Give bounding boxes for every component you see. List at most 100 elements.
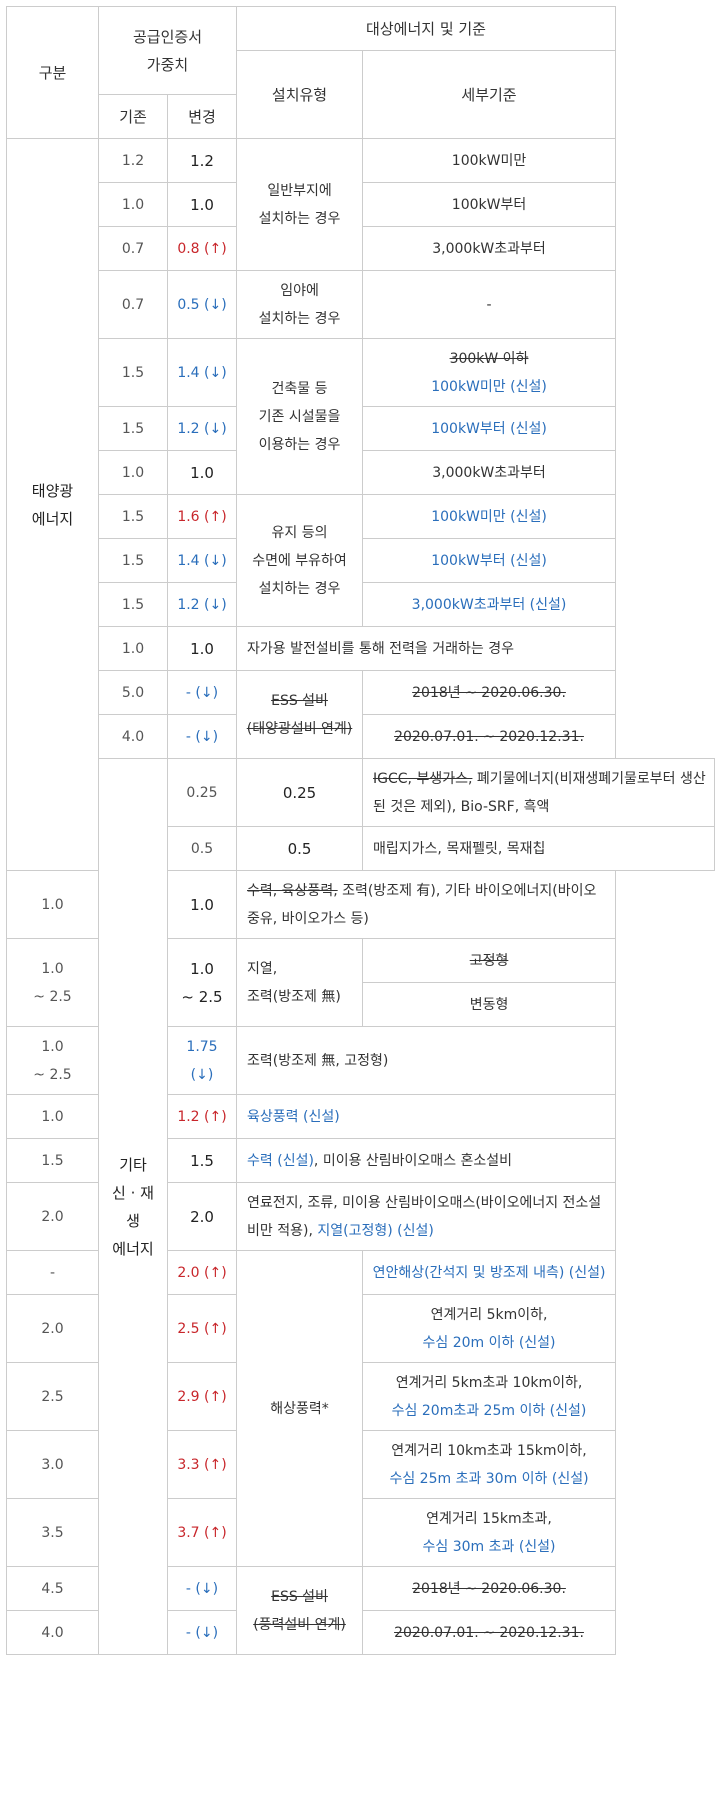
new-weight: 2.0 (↑)	[166, 1250, 238, 1295]
new-weight: 1.2 (↓)	[166, 406, 238, 451]
target-energy: 연료전지, 조류, 미이용 산림바이오매스(바이오에너지 전소설비만 적용), …	[236, 1182, 617, 1251]
old-weight: 0.25	[166, 758, 238, 827]
new-weight: 1.2 (↓)	[166, 582, 238, 627]
detail-criteria: 100kW미만 (신설)	[362, 494, 617, 539]
old-weight: 1.0 ~ 2.5	[6, 1026, 99, 1095]
header-install-type: 설치유형	[236, 50, 364, 139]
old-weight: 1.0	[98, 182, 168, 227]
new-weight: 2.9 (↑)	[166, 1362, 238, 1431]
new-weight: 1.5	[166, 1138, 238, 1183]
detail-criteria: 연계거리 15km초과, 수심 30m 초과 (신설)	[362, 1498, 617, 1567]
table-row: 5.0 - (↓) ESS 설비 (태양광설비 연계) 2018년 ~ 2020…	[7, 670, 715, 759]
new-weight: 0.8 (↑)	[166, 226, 238, 271]
header-detail: 세부기준	[362, 50, 617, 139]
install-type-ess: ESS 설비 (태양광설비 연계)	[236, 670, 364, 759]
old-weight: 1.5	[98, 494, 168, 539]
new-weight: 0.5 (↓)	[166, 270, 238, 339]
old-weight: 2.5	[6, 1362, 99, 1431]
detail-criteria: 2018년 ~ 2020.06.30.	[362, 670, 617, 715]
header-old: 기존	[98, 94, 168, 139]
new-weight: 1.2 (↑)	[166, 1094, 238, 1139]
old-weight: 2.0	[6, 1182, 99, 1251]
install-type-water: 유지 등의 수면에 부유하여 설치하는 경우	[236, 494, 364, 627]
target-energy: 조력(방조제 無, 고정형)	[236, 1026, 617, 1095]
install-type-self: 자가용 발전설비를 통해 전력을 거래하는 경우	[236, 626, 617, 671]
table-row: 기타 신 · 재생 에너지 0.25 0.25 IGCC, 부생가스, 폐기물에…	[7, 758, 715, 1655]
header-target: 대상에너지 및 기준	[236, 6, 617, 51]
category-solar: 태양광 에너지	[6, 138, 99, 871]
detail-criteria: 연안해상(간석지 및 방조제 내측) (신설)	[362, 1250, 617, 1295]
new-weight: 2.5 (↑)	[166, 1294, 238, 1363]
detail-criteria: 100kW미만	[362, 138, 617, 183]
header-category: 구분	[6, 6, 99, 139]
old-weight: 1.5	[98, 406, 168, 451]
new-weight: 0.25	[236, 758, 364, 827]
old-weight: 1.0	[98, 626, 168, 671]
new-weight: 0.5	[236, 826, 364, 871]
old-weight: 5.0	[98, 670, 168, 715]
old-weight: 2.0	[6, 1294, 99, 1363]
header-new: 변경	[166, 94, 238, 139]
new-weight: 1.0	[166, 626, 238, 671]
header-weight-line2: 가중치	[146, 55, 189, 74]
header-weight-line1: 공급인증서	[133, 27, 203, 46]
target-energy: 매립지가스, 목재펠릿, 목재칩	[362, 826, 715, 871]
header-weight: 공급인증서 가중치	[97, 6, 238, 95]
table-row: 0.7 0.5 (↓) 임야에 설치하는 경우 -	[7, 270, 715, 339]
old-weight: 1.2	[98, 138, 168, 183]
old-weight: 1.0	[6, 1094, 99, 1139]
old-weight: 0.7	[98, 270, 168, 339]
old-weight: 4.5	[6, 1566, 99, 1611]
old-weight: 0.7	[98, 226, 168, 271]
detail-criteria: 3,000kW초과부터	[362, 450, 617, 495]
target-energy: 수력, 육상풍력, 조력(방조제 有), 기타 바이오에너지(바이오중유, 바이…	[236, 870, 617, 939]
new-weight: 1.75 (↓)	[166, 1026, 238, 1095]
detail-criteria: 100kW부터 (신설)	[362, 406, 617, 451]
install-type-general: 일반부지에 설치하는 경우	[236, 138, 364, 271]
old-weight: 1.0	[98, 450, 168, 495]
install-type-forest: 임야에 설치하는 경우	[236, 270, 364, 339]
old-weight: 4.0	[98, 714, 168, 759]
install-type-geothermal: 지열, 조력(방조제 無)	[236, 938, 364, 1027]
old-weight: 3.0	[6, 1430, 99, 1499]
table-row: 태양광 에너지 1.2 1.2 일반부지에 설치하는 경우 100kW미만	[6, 138, 715, 871]
new-weight: 1.0	[166, 182, 238, 227]
target-energy: 육상풍력 (신설)	[236, 1094, 617, 1139]
install-type-ess-wind: ESS 설비 (풍력설비 연계)	[236, 1566, 364, 1655]
old-weight: 1.5	[98, 582, 168, 627]
new-weight: 1.0	[166, 450, 238, 495]
detail-criteria: 연계거리 5km이하, 수심 20m 이하 (신설)	[362, 1294, 617, 1363]
old-weight: 1.0 ~ 2.5	[6, 938, 99, 1027]
category-other: 기타 신 · 재생 에너지	[98, 758, 168, 1655]
new-weight: - (↓)	[166, 1610, 238, 1655]
new-weight: - (↓)	[166, 670, 238, 715]
new-weight: 1.0 ~ 2.5	[166, 938, 238, 1027]
new-weight: - (↓)	[166, 1566, 238, 1611]
old-weight: 1.5	[98, 338, 168, 407]
new-weight: 1.6 (↑)	[166, 494, 238, 539]
new-weight: - (↓)	[166, 714, 238, 759]
old-weight: 1.5	[6, 1138, 99, 1183]
table-row: 1.5 1.4 (↓) 건축물 등 기존 시설물을 이용하는 경우 300kW …	[7, 338, 715, 495]
detail-criteria: 2020.07.01. ~ 2020.12.31.	[362, 1610, 617, 1655]
detail-criteria: 고정형	[362, 938, 617, 983]
table-row: 1.0 1.0 자가용 발전설비를 통해 전력을 거래하는 경우	[7, 626, 715, 671]
new-weight: 1.0	[166, 870, 238, 939]
detail-criteria: 연계거리 10km초과 15km이하, 수심 25m 초과 30m 이하 (신설…	[362, 1430, 617, 1499]
detail-criteria: 100kW부터 (신설)	[362, 538, 617, 583]
table-row: 1.5 1.6 (↑) 유지 등의 수면에 부유하여 설치하는 경우 100kW…	[7, 494, 715, 627]
detail-criteria: 3,000kW초과부터 (신설)	[362, 582, 617, 627]
detail-criteria: 연계거리 5km초과 10km이하, 수심 20m초과 25m 이하 (신설)	[362, 1362, 617, 1431]
old-weight: 3.5	[6, 1498, 99, 1567]
new-weight: 1.2	[166, 138, 238, 183]
detail-criteria: 2018년 ~ 2020.06.30.	[362, 1566, 617, 1611]
detail-criteria: 변동형	[362, 982, 617, 1027]
detail-criteria: -	[362, 270, 617, 339]
install-type-building: 건축물 등 기존 시설물을 이용하는 경우	[236, 338, 364, 495]
detail-criteria: 300kW 이하 100kW미만 (신설)	[362, 338, 617, 407]
target-energy: 수력 (신설), 미이용 산림바이오매스 혼소설비	[236, 1138, 617, 1183]
old-weight: 1.0	[6, 870, 99, 939]
new-weight: 1.4 (↓)	[166, 338, 238, 407]
rec-weight-table: 구분 공급인증서 가중치 대상에너지 및 기준 설치유형 세부기준 기존 변경 …	[6, 6, 715, 1655]
old-weight: -	[6, 1250, 99, 1295]
